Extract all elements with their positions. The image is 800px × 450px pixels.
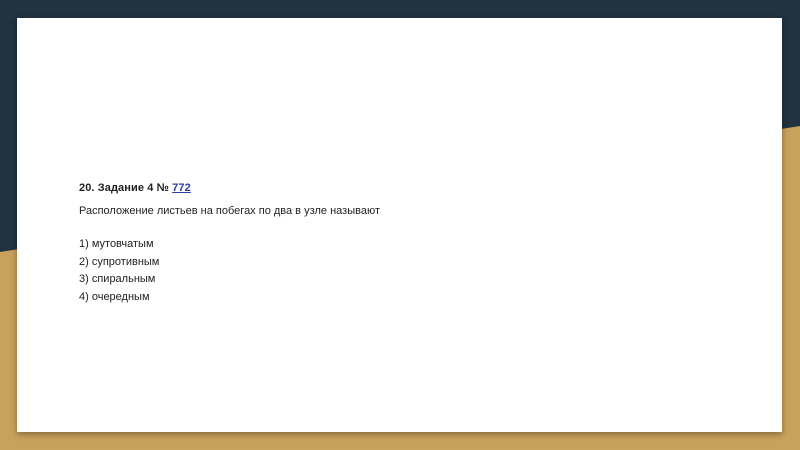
answer-options: 1) мутовчатым 2) супротивным 3) спиральн… — [79, 236, 679, 306]
task-content: 20. Задание 4 № 772 Расположение листьев… — [79, 182, 679, 306]
slide: 20. Задание 4 № 772 Расположение листьев… — [17, 18, 782, 432]
task-heading-prefix: 20. Задание 4 № — [79, 182, 173, 194]
task-number-link[interactable]: 772 — [172, 182, 191, 194]
answer-option: 1) мутовчатым — [79, 238, 154, 250]
answer-option: 2) супротивным — [79, 255, 160, 268]
answer-option: 4) очередным — [79, 290, 150, 303]
answer-option: 3) спиральным — [79, 273, 156, 285]
question-text: Расположение листьев на побегах по два в… — [79, 205, 380, 217]
task-heading: 20. Задание 4 № 772 — [79, 182, 679, 194]
presentation-stage: 20. Задание 4 № 772 Расположение листьев… — [0, 0, 800, 450]
